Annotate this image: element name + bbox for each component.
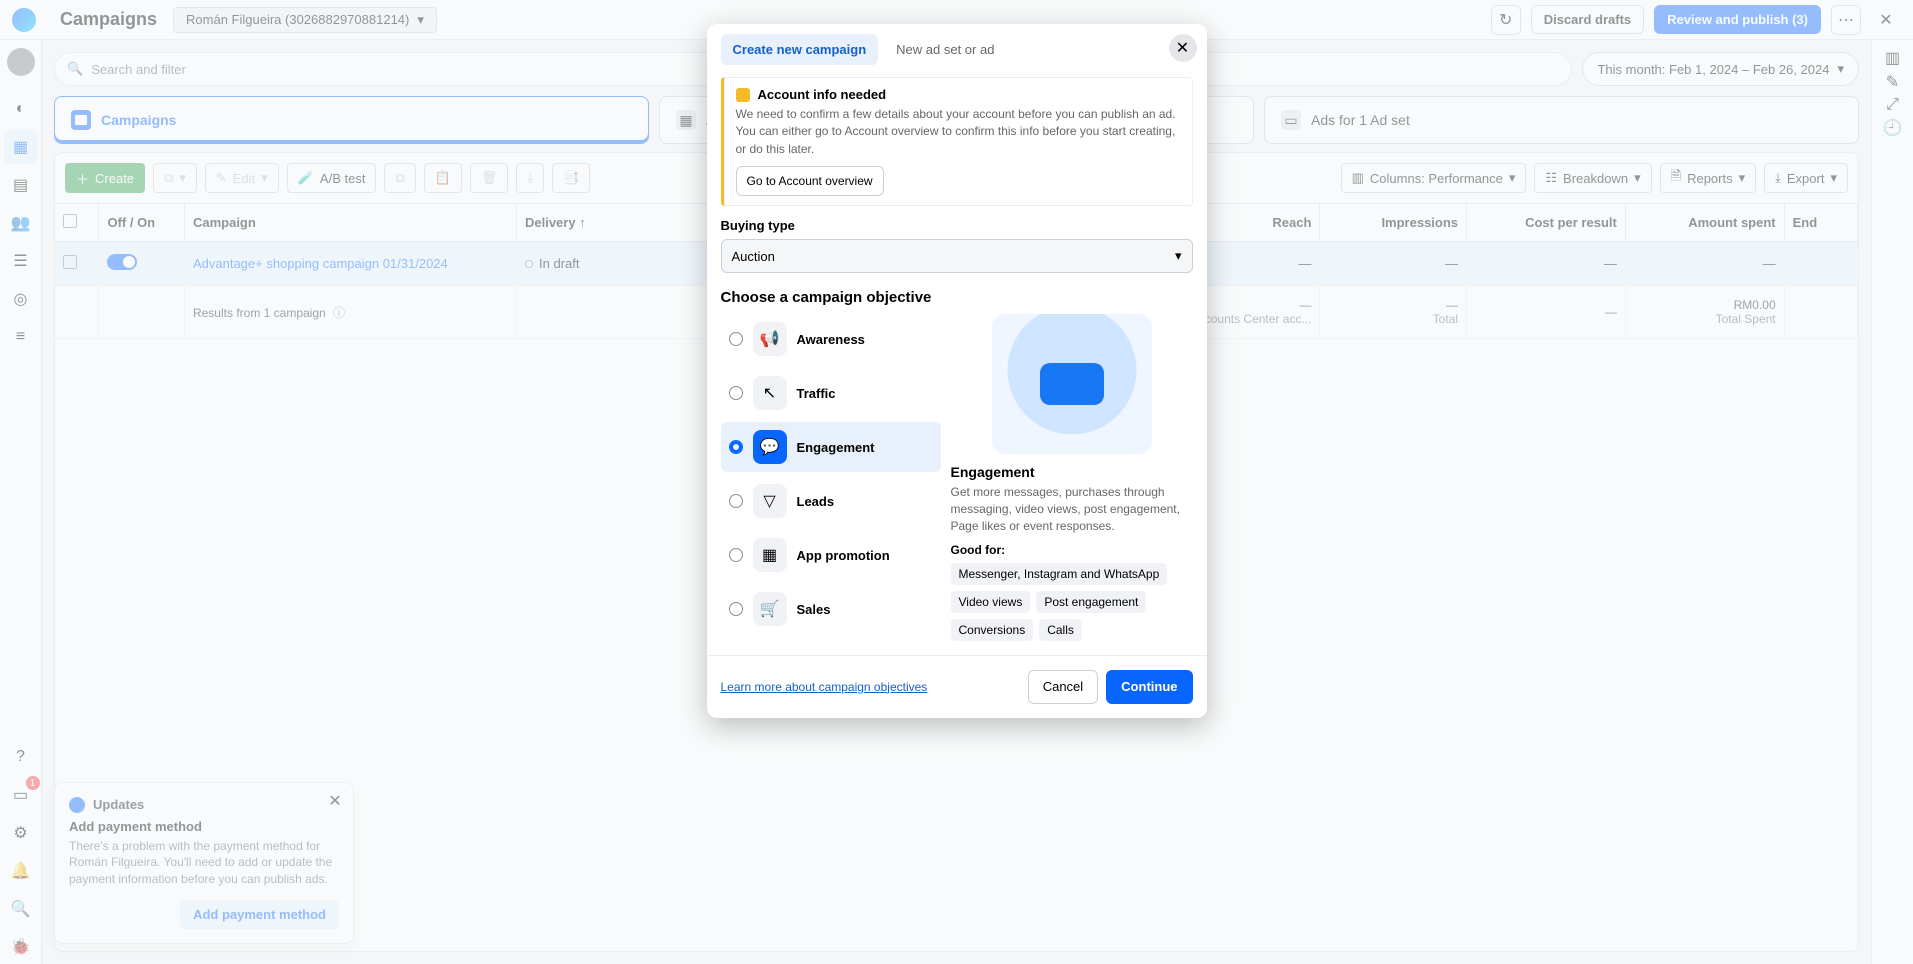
modal-overlay[interactable]: ✕ Create new campaign New ad set or ad A… xyxy=(0,0,1913,964)
modal-tab-new-ad[interactable]: New ad set or ad xyxy=(884,34,1006,65)
apps-icon: ▦ xyxy=(753,538,787,572)
objective-detail-title: Engagement xyxy=(951,464,1193,480)
chip-post-engagement: Post engagement xyxy=(1036,591,1146,613)
cart-icon: 🛒 xyxy=(753,592,787,626)
modal-tab-create-campaign[interactable]: Create new campaign xyxy=(721,34,879,65)
objective-sales[interactable]: 🛒 Sales xyxy=(721,584,941,634)
cursor-icon: ↖ xyxy=(753,376,787,410)
warning-icon xyxy=(736,88,750,102)
engagement-illustration-icon xyxy=(992,314,1152,454)
objective-traffic[interactable]: ↖ Traffic xyxy=(721,368,941,418)
objective-app-promotion[interactable]: ▦ App promotion xyxy=(721,530,941,580)
choose-objective-heading: Choose a campaign objective xyxy=(721,289,1193,306)
radio-icon xyxy=(729,548,743,562)
modal-close-button[interactable]: ✕ xyxy=(1169,34,1197,62)
buying-type-select[interactable]: Auction ▾ xyxy=(721,239,1193,273)
objective-engagement[interactable]: 💬 Engagement xyxy=(721,422,941,472)
objective-traffic-label: Traffic xyxy=(797,386,836,401)
chip-conversions: Conversions xyxy=(951,619,1034,641)
objective-detail-panel: Engagement Get more messages, purchases … xyxy=(951,314,1193,640)
chevron-down-icon: ▾ xyxy=(1175,248,1182,264)
radio-icon xyxy=(729,332,743,346)
objective-detail-desc: Get more messages, purchases through mes… xyxy=(951,484,1193,534)
objective-awareness[interactable]: 📢 Awareness xyxy=(721,314,941,364)
cancel-button[interactable]: Cancel xyxy=(1028,670,1098,704)
funnel-icon: ▽ xyxy=(753,484,787,518)
go-to-account-overview-button[interactable]: Go to Account overview xyxy=(736,166,884,196)
objective-awareness-label: Awareness xyxy=(797,332,865,347)
chat-icon: 💬 xyxy=(753,430,787,464)
objective-leads[interactable]: ▽ Leads xyxy=(721,476,941,526)
radio-icon xyxy=(729,602,743,616)
alert-body: We need to confirm a few details about y… xyxy=(736,106,1181,158)
radio-icon xyxy=(729,440,743,454)
radio-icon xyxy=(729,494,743,508)
objective-engagement-label: Engagement xyxy=(797,440,875,455)
objective-app-label: App promotion xyxy=(797,548,890,563)
learn-more-link[interactable]: Learn more about campaign objectives xyxy=(721,680,928,694)
chip-messenger: Messenger, Instagram and WhatsApp xyxy=(951,563,1168,585)
objective-list: 📢 Awareness ↖ Traffic 💬 Engagement ▽ Lea… xyxy=(721,314,941,640)
objective-leads-label: Leads xyxy=(797,494,835,509)
radio-icon xyxy=(729,386,743,400)
buying-type-value: Auction xyxy=(732,249,775,264)
chip-calls: Calls xyxy=(1039,619,1082,641)
megaphone-icon: 📢 xyxy=(753,322,787,356)
objective-sales-label: Sales xyxy=(797,602,831,617)
buying-type-label: Buying type xyxy=(721,218,1193,233)
continue-button[interactable]: Continue xyxy=(1106,670,1192,704)
create-campaign-modal: ✕ Create new campaign New ad set or ad A… xyxy=(707,24,1207,718)
alert-title: Account info needed xyxy=(758,87,887,102)
close-icon: ✕ xyxy=(1176,38,1189,58)
good-for-label: Good for: xyxy=(951,543,1193,557)
account-info-alert: Account info needed We need to confirm a… xyxy=(721,77,1193,206)
chip-video-views: Video views xyxy=(951,591,1031,613)
